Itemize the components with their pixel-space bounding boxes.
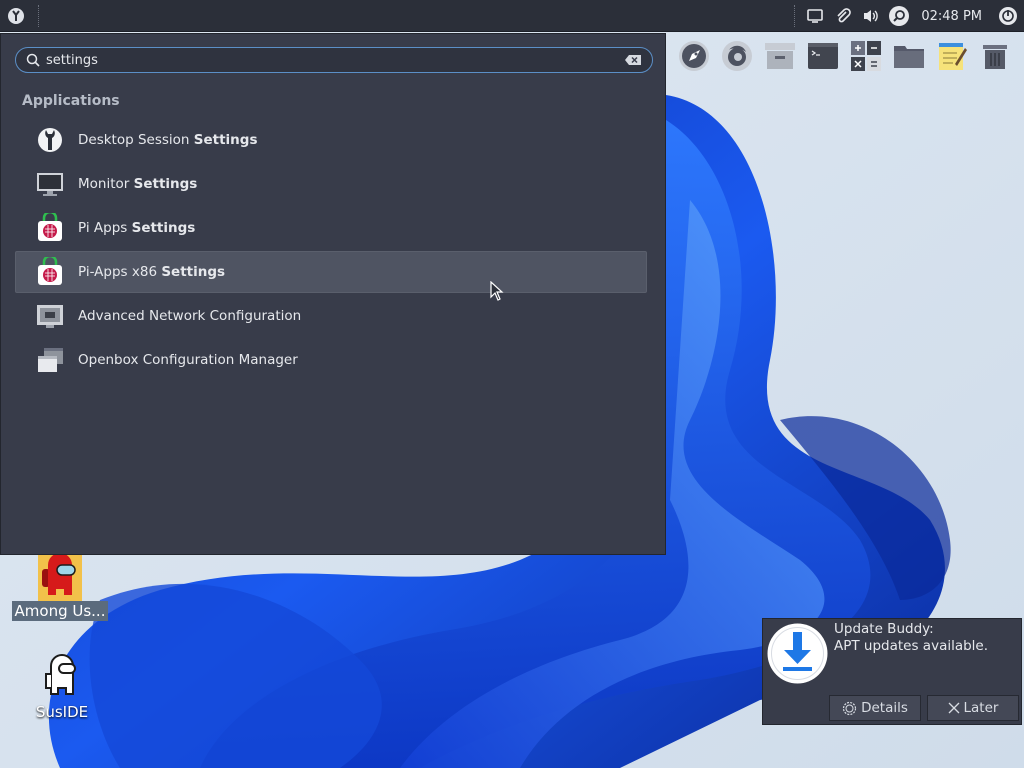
pi-apps-icon [34,256,66,288]
dock-item-calculator[interactable] [844,36,887,76]
dock-item-archive[interactable] [758,36,801,76]
result-label: Openbox Configuration Manager [78,352,298,368]
close-icon [948,702,959,714]
dock-item-firefox[interactable] [715,36,758,76]
details-button[interactable]: Details [829,695,921,721]
raspberry-menu-icon [8,7,24,24]
system-tray: 02:48 PM [788,0,1024,32]
session-settings-icon [34,124,66,156]
openbox-icon [34,344,66,376]
later-button[interactable]: Later [927,695,1019,721]
search-results: Desktop Session Settings Monitor Setting… [15,119,647,383]
file-manager-icon [893,46,924,68]
terminal-icon [807,43,838,69]
trash-icon [982,45,1007,69]
result-label: Pi Apps Settings [78,220,196,236]
result-advanced-network-configuration[interactable]: Advanced Network Configuration [15,295,647,337]
calculator-icon [850,41,881,71]
among-us-icon [38,555,82,601]
desktop-icon-among-us[interactable]: Among Us... [8,555,112,621]
details-label: Details [861,700,908,716]
mouse-cursor-icon [490,281,504,301]
panel-separator [38,4,39,27]
result-pi-apps-settings[interactable]: Pi Apps Settings [15,207,647,249]
search-input[interactable] [46,52,624,68]
display-icon[interactable] [801,0,829,32]
top-panel: 02:48 PM [0,0,1024,32]
archive-manager-icon [764,43,795,69]
notification-title: Update Buddy: [834,621,934,637]
dock-item-launcher[interactable] [672,36,715,76]
desktop-icon-label: SusIDE [35,703,89,721]
power-icon[interactable] [992,0,1024,32]
panel-separator [794,5,796,27]
dock-item-editor[interactable] [930,36,973,76]
monitor-icon [34,168,66,200]
section-header-applications: Applications [22,93,120,109]
network-icon [34,300,66,332]
result-pi-apps-x86-settings[interactable]: Pi-Apps x86 Settings [15,251,647,293]
result-label: Advanced Network Configuration [78,308,302,324]
volume-icon[interactable] [857,0,885,32]
rocket-launcher-icon [678,41,709,71]
download-icon [767,623,828,684]
dock-item-trash[interactable] [973,36,1016,76]
result-openbox-configuration-manager[interactable]: Openbox Configuration Manager [15,339,647,381]
firefox-icon [721,41,752,71]
attachment-icon[interactable] [829,0,857,32]
pi-apps-icon [34,212,66,244]
later-label: Later [963,700,999,716]
result-label: Pi-Apps x86 Settings [78,264,226,280]
result-monitor-settings[interactable]: Monitor Settings [15,163,647,205]
dock [672,36,1016,76]
search-box [15,47,653,73]
update-notification: Update Buddy: APT updates available. Det… [762,618,1022,725]
desktop-icon-label: Among Us... [11,601,109,621]
notification-body: APT updates available. [834,638,989,654]
gear-icon [842,701,857,715]
suside-icon [45,654,76,695]
dock-item-files[interactable] [887,36,930,76]
clear-search-icon[interactable] [624,54,642,66]
clock[interactable]: 02:48 PM [913,9,992,24]
desktop-icon-suside[interactable]: SusIDE [22,654,102,722]
dock-item-terminal[interactable] [801,36,844,76]
app-menu-button[interactable] [0,0,32,32]
app-menu-popup: Applications Desktop Session Settings Mo… [0,33,666,555]
result-label: Monitor Settings [78,176,198,192]
text-editor-icon [938,43,967,70]
result-desktop-session-settings[interactable]: Desktop Session Settings [15,119,647,161]
search-icon [26,53,40,67]
search-icon[interactable] [885,0,913,32]
result-label: Desktop Session Settings [78,132,258,148]
